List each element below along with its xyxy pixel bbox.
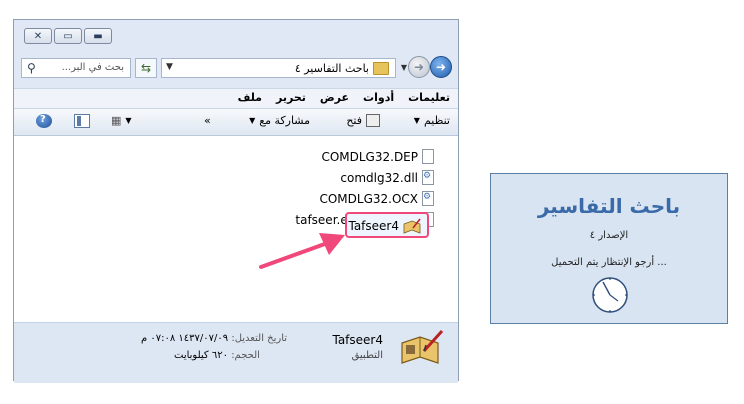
preview-pane-button[interactable] [74,114,90,128]
share-with-button[interactable]: مشاركة مع ▼ [249,114,310,127]
more-commands-button[interactable]: » [204,114,211,127]
organize-label: تنظيم [423,114,450,127]
nav-buttons: ▼ ➜ ➜ [400,56,452,78]
file-name: COMDLG32.OCX [319,191,418,206]
file-name: COMDLG32.DEP [321,149,418,164]
search-placeholder: بحث في البر... [61,62,124,73]
forward-arrow-icon: ➜ [413,60,425,74]
maximize-icon: ▭ [63,30,73,42]
modified-label: تاريخ التعديل: [231,333,288,344]
organize-button[interactable]: تنظيم ▼ [414,114,450,127]
menu-tools[interactable]: أدوات [363,91,394,104]
command-bar: تنظيم ▼ فتح مشاركة مع ▼ » ▼ ▦ ? [14,108,458,136]
more-label: » [204,114,211,127]
blank-file-icon [422,149,434,164]
navigation-row: ⚲ بحث في البر... ⇆ ▼ باحث التفاسير ٤ ▼ ➜… [14,56,458,82]
history-dropdown-icon[interactable]: ▼ [400,61,408,73]
address-path: باحث التفاسير ٤ [294,62,369,75]
address-dropdown-icon[interactable]: ▼ [166,62,173,72]
selected-file-highlight[interactable]: Tafseer4 [345,212,429,238]
back-button[interactable]: ➜ [430,56,452,78]
details-pane: Tafseer4 التطبيق تاريخ التعديل: ١٤٣٧/٠٧/… [14,322,458,383]
back-arrow-icon: ➜ [435,60,447,74]
list-item[interactable]: COMDLG32.OCX [319,191,434,206]
menu-edit[interactable]: تحرير [276,91,306,104]
refresh-button[interactable]: ⇆ [135,58,157,78]
book-pen-icon [403,218,421,234]
folder-icon [373,62,389,75]
detail-file-name: Tafseer4 [332,333,383,347]
search-input[interactable]: ⚲ بحث في البر... [21,58,131,78]
selected-file[interactable]: Tafseer4 [348,218,421,234]
close-button[interactable]: ✕ [24,28,52,44]
caption-buttons: ✕ ▭ ▬ [24,28,112,44]
open-icon [366,114,380,127]
address-bar[interactable]: ▼ باحث التفاسير ٤ [161,58,396,78]
explorer-window: ✕ ▭ ▬ ⚲ بحث في البر... ⇆ ▼ باحث التفاسير… [13,19,459,383]
close-icon: ✕ [33,30,43,42]
open-label: فتح [346,114,362,127]
menu-file[interactable]: ملف [238,91,262,104]
organize-dropdown-icon: ▼ [413,116,420,125]
view-grid-icon: ▦ [111,114,122,127]
splash-screen: باحث التفاسير الإصدار ٤ ... أرجو الإنتظا… [490,173,728,324]
splash-title: باحث التفاسير [537,194,681,218]
file-name: Tafseer4 [348,219,399,233]
size-value: ٦٢٠ كيلوبايت [174,350,228,361]
list-item[interactable]: COMDLG32.DEP [321,149,434,164]
splash-version: الإصدار ٤ [589,230,629,241]
clock-icon [592,277,628,313]
menu-view[interactable]: عرض [320,91,349,104]
file-name: comdlg32.dll [340,170,418,185]
title-bar: ✕ ▭ ▬ [14,20,458,50]
size-label: الحجم: [231,350,260,361]
view-dropdown-icon: ▼ [125,116,132,125]
help-icon: ? [40,114,46,125]
preview-pane-icon [77,116,81,126]
detail-modified: تاريخ التعديل: ١٤٣٧/٠٧/٠٩ ٠٧:٠٨ م [141,333,287,344]
share-dropdown-icon: ▼ [249,116,256,125]
minimize-button[interactable]: ▬ [84,28,112,44]
list-item[interactable]: comdlg32.dll [340,170,434,185]
gear-file-icon [422,191,434,206]
forward-button[interactable]: ➜ [408,56,430,78]
share-with-label: مشاركة مع [259,114,310,127]
menu-items: ملف تحرير عرض أدوات تعليمات [238,91,450,104]
menu-bar: ملف تحرير عرض أدوات تعليمات [14,88,458,109]
modified-value: ١٤٣٧/٠٧/٠٩ ٠٧:٠٨ م [141,333,229,344]
pointer-arrow-icon [259,233,345,269]
refresh-icon: ⇆ [140,61,152,75]
menu-help[interactable]: تعليمات [408,91,450,104]
minimize-icon: ▬ [93,30,103,42]
splash-loading-text: ... أرجو الإنتظار يتم التحميل [551,257,667,268]
gear-file-icon [422,170,434,185]
search-icon[interactable]: ⚲ [27,61,36,75]
view-options-button[interactable]: ▼ ▦ [111,114,132,127]
maximize-button[interactable]: ▭ [54,28,82,44]
help-button[interactable]: ? [36,114,52,128]
open-button[interactable]: فتح [346,114,380,127]
book-pen-icon [401,329,444,364]
detail-size: الحجم: ٦٢٠ كيلوبايت [174,350,260,361]
detail-file-type: التطبيق [351,350,383,361]
